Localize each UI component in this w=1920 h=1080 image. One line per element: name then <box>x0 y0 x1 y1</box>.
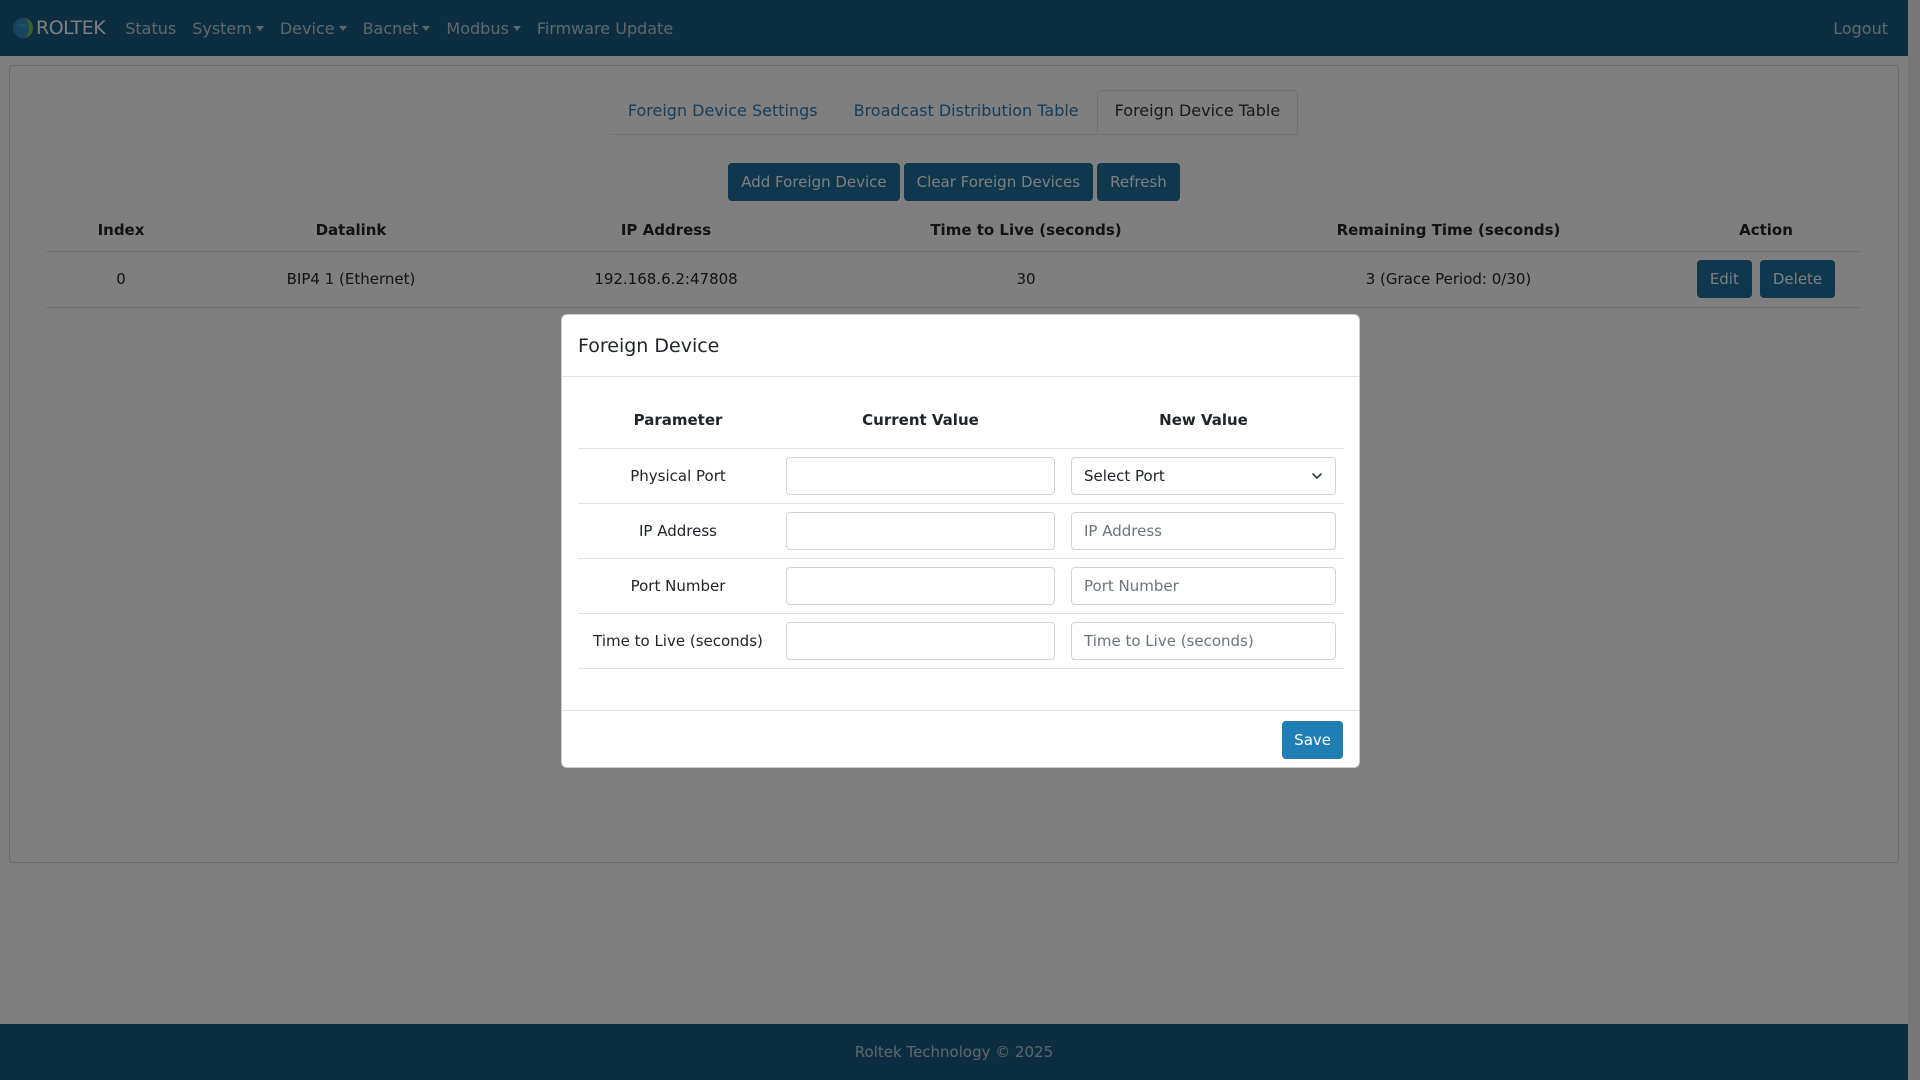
save-button[interactable]: Save <box>1282 720 1343 759</box>
physical-port-select-value: Select Port <box>1084 466 1165 485</box>
parameter-table: Parameter Current Value New Value Physic… <box>578 393 1344 669</box>
current-value-cell <box>778 613 1063 669</box>
current-value-cell <box>778 448 1063 504</box>
modal-footer: Save <box>562 711 1359 768</box>
param-row-ttl: Time to Live (seconds) <box>578 613 1344 669</box>
col-new-value: New Value <box>1063 393 1344 449</box>
col-parameter: Parameter <box>578 393 778 449</box>
foreign-device-modal: Foreign Device Parameter Current Value N… <box>561 314 1360 768</box>
param-label: IP Address <box>578 503 778 559</box>
modal-body: Parameter Current Value New Value Physic… <box>562 377 1359 711</box>
param-label: Time to Live (seconds) <box>578 613 778 669</box>
ttl-input[interactable] <box>1071 621 1336 660</box>
col-current-value: Current Value <box>778 393 1063 449</box>
param-header-row: Parameter Current Value New Value <box>578 393 1344 449</box>
current-value-cell <box>778 503 1063 559</box>
param-label: Physical Port <box>578 448 778 504</box>
ttl-current-field[interactable] <box>786 621 1055 660</box>
port-number-current-field[interactable] <box>786 566 1055 605</box>
physical-port-select[interactable]: Select Port <box>1071 456 1336 495</box>
new-value-cell <box>1063 613 1344 669</box>
port-number-input[interactable] <box>1071 566 1336 605</box>
new-value-cell <box>1063 558 1344 614</box>
new-value-cell <box>1063 503 1344 559</box>
ip-address-current-field[interactable] <box>786 511 1055 550</box>
new-value-cell: Select Port <box>1063 448 1344 504</box>
ip-address-input[interactable] <box>1071 511 1336 550</box>
modal-title: Foreign Device <box>578 334 720 357</box>
param-label: Port Number <box>578 558 778 614</box>
current-value-cell <box>778 558 1063 614</box>
physical-port-current-field[interactable] <box>786 456 1055 495</box>
param-row-ip-address: IP Address <box>578 503 1344 559</box>
chevron-down-icon <box>1312 472 1322 479</box>
param-row-port-number: Port Number <box>578 558 1344 614</box>
modal-header: Foreign Device <box>562 315 1359 377</box>
param-row-physical-port: Physical Port Select Port <box>578 448 1344 504</box>
